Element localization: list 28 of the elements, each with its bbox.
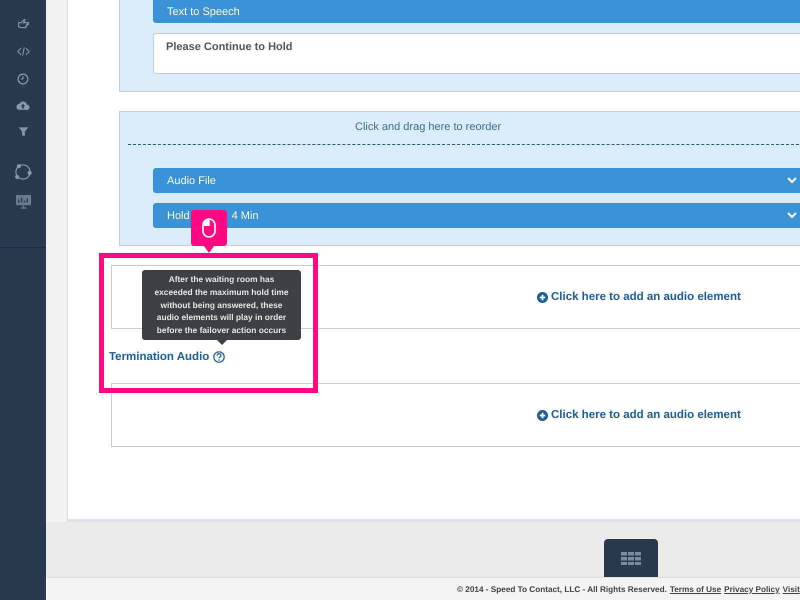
grid-icon — [621, 552, 641, 564]
mouse-icon — [202, 218, 216, 238]
drag-handle[interactable]: Click and drag here to reorder — [120, 112, 800, 135]
plus-circle-icon — [537, 292, 548, 302]
add-audio-link[interactable]: Click here to add an audio element — [537, 291, 741, 303]
tooltip-arrow — [216, 340, 226, 345]
message-field[interactable]: Please Continue to Hold — [153, 33, 800, 74]
footer-link[interactable]: Visit — [782, 584, 800, 594]
pointing-hand-icon[interactable] — [16, 17, 30, 30]
help-icon[interactable] — [213, 351, 226, 363]
bar-label: Audio File — [167, 174, 216, 186]
share-icon[interactable] — [13, 162, 33, 182]
cloud-upload-icon[interactable] — [16, 100, 30, 111]
add-audio-link[interactable]: Click here to add an audio element — [537, 409, 741, 421]
code-icon[interactable] — [16, 45, 30, 58]
bar-label: Text to Speech — [167, 6, 240, 18]
filter-icon[interactable] — [18, 126, 28, 137]
apps-button[interactable] — [604, 539, 658, 577]
footer-link[interactable]: Privacy Policy — [724, 584, 780, 594]
copyright-text: © 2014 - Speed To Contact, LLC - All Rights Reserved. — [457, 584, 667, 594]
monitor-chart-icon[interactable] — [14, 194, 32, 209]
footer-link[interactable]: Terms of Use — [670, 584, 722, 594]
clock-icon[interactable] — [17, 73, 29, 85]
tooltip: After the waiting room has exceeded the maximum hold time without being answered, these audio elements will play in order before the failover action occurs — [142, 270, 301, 340]
bar-label: 4 Min — [232, 210, 259, 222]
bar-label: Hold — [167, 210, 190, 222]
section-title: Termination Audio — [109, 351, 210, 363]
plus-circle-icon — [537, 410, 548, 420]
